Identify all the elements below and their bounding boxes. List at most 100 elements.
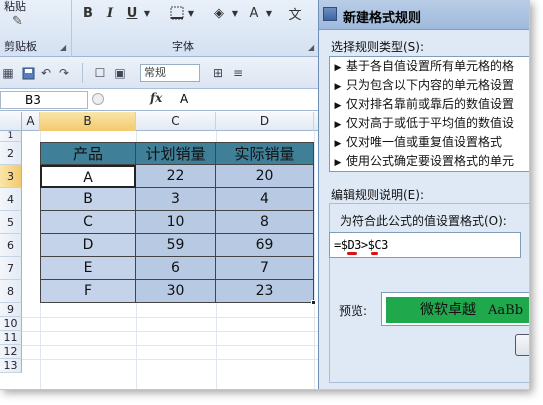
rule-type-item[interactable]: ▶ 只为包含以下内容的单元格设置 [330,76,529,94]
table-cell[interactable]: D [40,234,136,257]
rule-type-item-selected[interactable]: ▶ 使用公式确定要设置格式的单元 [330,152,529,170]
new-formatting-rule-dialog: 新建格式规则 选择规则类型(S): ▶ 基于各自值设置所有单元格的格 ▶ 只为包含以… [318,0,529,389]
borders-icon[interactable] [168,4,186,22]
preview-latin-text: AaBb [488,303,524,318]
row-header-7[interactable]: 7 [0,257,22,280]
name-box[interactable]: B3 [0,91,88,109]
table-cell[interactable]: 3 [136,188,216,211]
font-dialog-launcher-icon[interactable]: ◢ [308,43,314,52]
clipboard-group-label: 剪贴板 [4,40,37,53]
table-cell[interactable]: 59 [136,234,216,257]
rule-type-list[interactable]: ▶ 基于各自值设置所有单元格的格 ▶ 只为包含以下内容的单元格设置 ▶ 仅对排名靠前或… [329,56,529,172]
save-icon[interactable] [20,65,36,81]
insert-function-icon[interactable]: fx [150,91,162,105]
formula-field[interactable]: =$D3>$C3 [329,232,521,258]
table-cell[interactable]: A [40,165,136,188]
bullet-arrow-icon: ▶ [334,82,342,92]
row-header-3[interactable]: 3 [0,165,22,188]
row-header-2[interactable]: 2 [0,142,22,165]
edit-description-label: 编辑规则说明(E): [331,188,424,202]
formula-label: 为符合此公式的值设置格式(O): [340,214,507,228]
row-header-6[interactable]: 6 [0,234,22,257]
rule-type-text: 基于各自值设置所有单元格的格 [346,59,515,73]
paste-button[interactable]: 粘贴 [4,0,26,14]
table-header-planned[interactable]: 计划销量 [136,142,216,165]
row-header-13[interactable]: 13 [0,359,22,373]
table-cell[interactable]: 4 [216,188,314,211]
fill-handle[interactable] [311,300,316,305]
column-header-b[interactable]: B [40,112,136,131]
font-color-dropdown-icon[interactable]: ▼ [264,4,274,22]
table-cell[interactable]: 30 [136,280,216,303]
bullet-arrow-icon: ▶ [334,120,342,130]
new-workbook-icon[interactable]: ☐ [92,65,108,81]
bold-button[interactable]: B [80,4,96,22]
rule-type-label: 选择规则类型(S): [331,40,425,54]
customize-toolbar-icon[interactable]: ≡ [230,65,246,81]
row-header-4[interactable]: 4 [0,188,22,211]
table-cell[interactable]: F [40,280,136,303]
excel-app-icon[interactable]: ▦ [0,65,16,81]
row-header-1[interactable]: 1 [0,131,22,142]
row-header-5[interactable]: 5 [0,211,22,234]
redo-icon[interactable]: ↷ [56,65,72,81]
clipboard-dialog-launcher-icon[interactable]: ◢ [60,43,66,52]
font-color-button[interactable]: A [246,4,262,22]
reference-marker [371,252,378,255]
open-icon[interactable]: ▣ [112,65,128,81]
table-header-product[interactable]: 产品 [40,142,136,165]
underline-button[interactable]: U [124,4,140,22]
table-cell[interactable]: 7 [216,257,314,280]
table-cell[interactable]: 8 [216,211,314,234]
number-format-dropdown[interactable]: 常规 [140,64,200,82]
table-cell[interactable]: 10 [136,211,216,234]
borders-dropdown-icon[interactable]: ▼ [186,4,196,22]
column-header-d[interactable]: D [216,112,314,131]
row-header-12[interactable]: 12 [0,345,22,359]
dialog-title-bar[interactable]: 新建格式规则 [319,0,529,30]
font-group-label: 字体 [172,40,194,53]
preview-sample: 微软卓越 AaBb [386,297,529,323]
rule-type-text: 仅对排名靠前或靠后的数值设置 [346,97,515,111]
row-header-8[interactable]: 8 [0,280,22,303]
rule-type-item[interactable]: ▶ 仅对高于或低于平均值的数值设 [330,114,529,132]
rule-type-text: 仅对唯一值或重复值设置格式 [346,135,503,149]
bullet-arrow-icon: ▶ [334,158,342,168]
bullet-arrow-icon: ▶ [334,63,342,73]
formula-bar-toggle[interactable] [92,93,104,105]
rule-type-item[interactable]: ▶ 仅对唯一值或重复值设置格式 [330,133,529,151]
column-header-c[interactable]: C [136,112,216,131]
row-header-9[interactable]: 9 [0,303,22,317]
table-cell[interactable]: 6 [136,257,216,280]
fill-color-dropdown-icon[interactable]: ▼ [230,4,240,22]
table-cell[interactable]: 23 [216,280,314,303]
fill-color-icon[interactable]: ◈ [210,4,228,22]
table-cell[interactable]: E [40,257,136,280]
table-cell[interactable]: 20 [216,165,314,188]
select-all-corner[interactable] [0,112,22,131]
underline-dropdown-icon[interactable]: ▼ [142,4,152,22]
row-header-11[interactable]: 11 [0,331,22,345]
rule-type-text: 使用公式确定要设置格式的单元 [346,154,515,168]
table-cell[interactable]: 69 [216,234,314,257]
row-header-10[interactable]: 10 [0,317,22,331]
formula-input[interactable]: A [180,92,188,106]
rule-type-item[interactable]: ▶ 基于各自值设置所有单元格的格 [330,57,529,75]
phonetic-guide-button[interactable]: 文 [286,4,304,23]
format-button[interactable] [515,334,529,356]
table-cell[interactable]: C [40,211,136,234]
dialog-title: 新建格式规则 [343,11,422,26]
borders-quick-icon[interactable]: ⊞ [210,65,226,81]
italic-button[interactable]: I [102,4,118,22]
rule-type-item[interactable]: ▶ 仅对排名靠前或靠后的数值设置 [330,95,529,113]
undo-icon[interactable]: ↶ [38,65,54,81]
gridline [314,131,315,389]
column-header-a[interactable]: A [22,112,40,131]
table-cell[interactable]: B [40,188,136,211]
table-cell[interactable]: 22 [136,165,216,188]
font-group: B I U ▼ ▼ ◈ ▼ A ▼ 文 字体 ◢ [72,0,320,57]
rule-type-text: 只为包含以下内容的单元格设置 [346,78,515,92]
table-header-actual[interactable]: 实际销量 [216,142,314,165]
preview-box: 微软卓越 AaBb [381,292,529,326]
format-painter-icon[interactable]: ✎ [12,14,23,29]
